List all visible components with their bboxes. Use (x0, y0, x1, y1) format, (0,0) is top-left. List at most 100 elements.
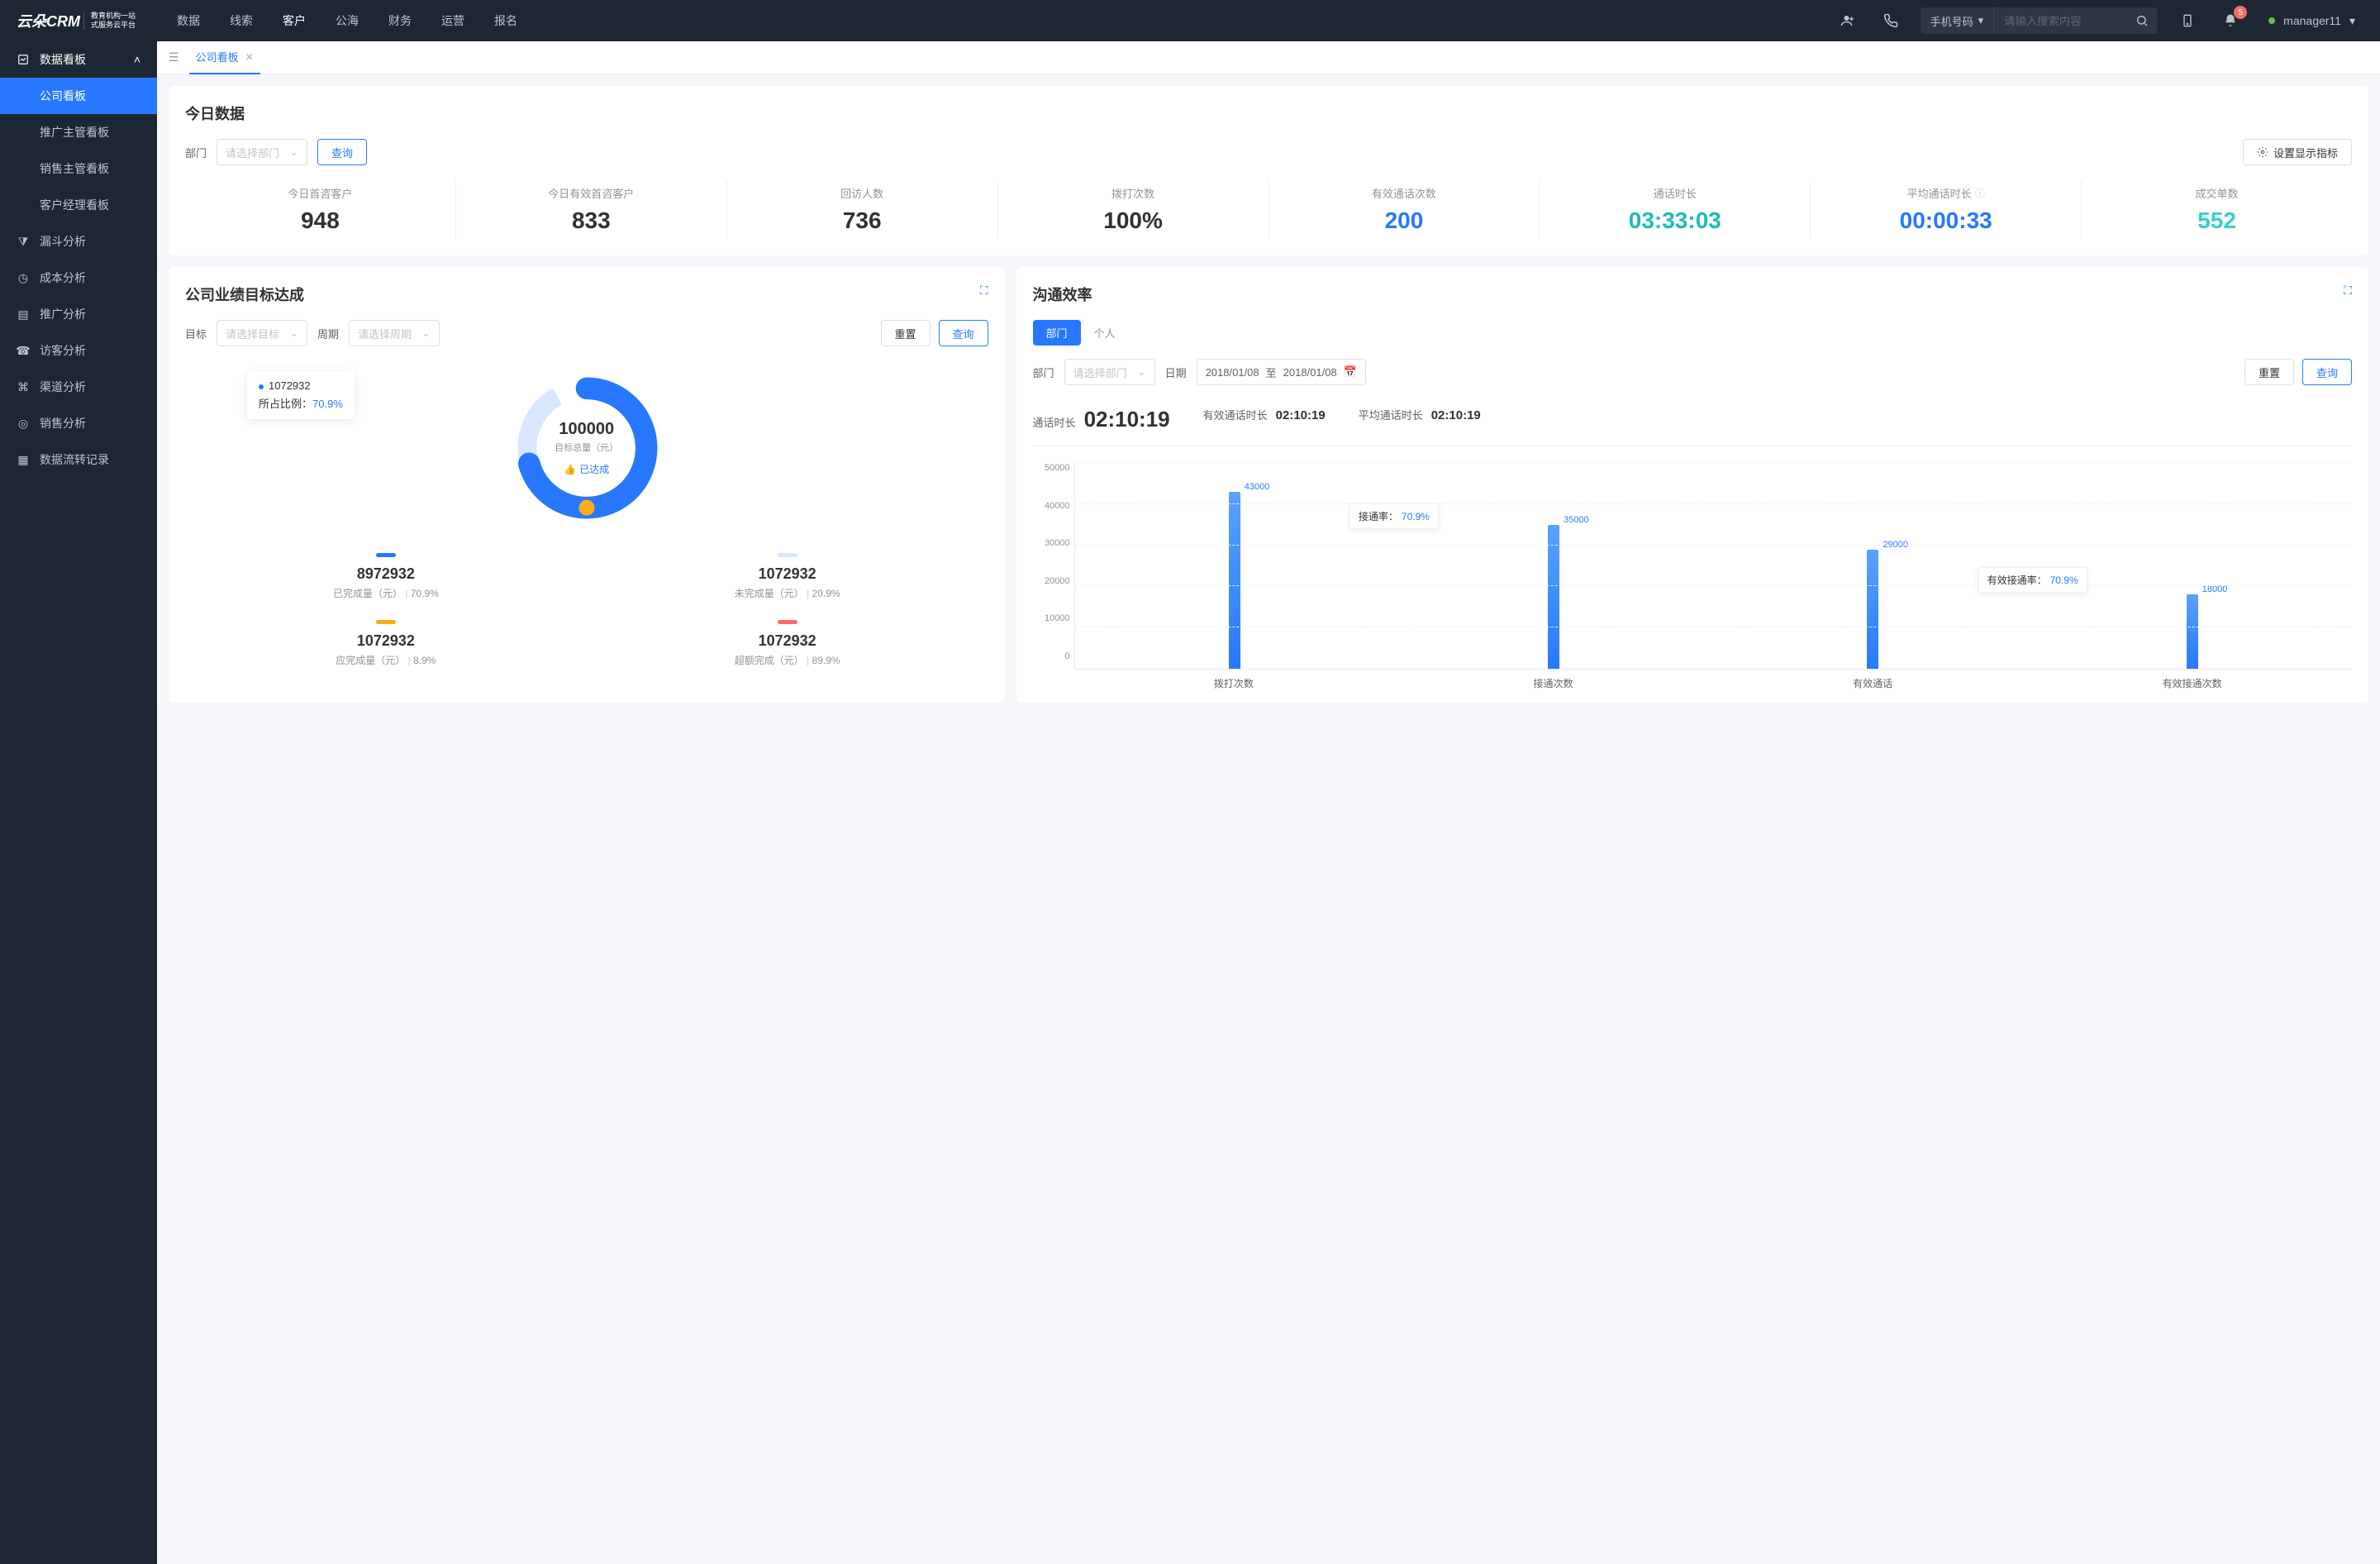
query-button[interactable]: 查询 (2302, 359, 2352, 385)
topbar: 云朵CRM 教育机构一站 式服务云平台 数据线索客户公海财务运营报名 手机号码▾… (0, 0, 2380, 41)
target-select[interactable]: 请选择目标⌄ (217, 320, 307, 346)
chevron-down-icon: ▾ (1978, 14, 1984, 27)
search-button[interactable] (2126, 7, 2158, 34)
topnav-item[interactable]: 运营 (426, 0, 479, 41)
user-name: manager11 (2283, 14, 2341, 27)
calendar-icon: 📅 (1344, 365, 1357, 379)
chevron-down-icon: ⌄ (421, 327, 431, 340)
logo-text: 云朵CRM (17, 10, 80, 31)
sidebar-sub-item[interactable]: 客户经理看板 (0, 187, 157, 223)
stat-item: 有效通话次数200 (1269, 180, 1540, 239)
donut-center: 100000 目标总量（元） 👍已达成 (555, 420, 618, 476)
menu-icon: ◷ (17, 271, 30, 284)
sidebar-sub-item[interactable]: 推广主管看板 (0, 114, 157, 150)
stat-item: 今日首咨客户948 (185, 180, 456, 239)
comm-efficiency-card: ⛶ 沟通效率 部门个人 部门 请选择部门⌄ 日期 2018/01/08 至 20… (1016, 267, 2368, 703)
add-user-icon[interactable] (1835, 7, 1861, 34)
stat-item: 回访人数736 (727, 180, 998, 239)
sidebar-item[interactable]: ⧩漏斗分析 (0, 223, 157, 260)
settings-metrics-button[interactable]: 设置显示指标 (2243, 139, 2352, 165)
mobile-icon[interactable] (2174, 7, 2201, 34)
period-select[interactable]: 请选择周期⌄ (349, 320, 440, 346)
sidebar-item[interactable]: ☎访客分析 (0, 332, 157, 369)
tab-company-dashboard[interactable]: 公司看板 ✕ (189, 41, 260, 74)
logo: 云朵CRM 教育机构一站 式服务云平台 (17, 10, 136, 31)
chart-annotation: 有效接通率：70.9% (1978, 567, 2087, 593)
segment-tab[interactable]: 部门 (1033, 320, 1081, 346)
dept-select[interactable]: 请选择部门⌄ (217, 139, 307, 165)
sidebar-sub-item[interactable]: 销售主管看板 (0, 150, 157, 187)
bell-icon[interactable]: 5 (2217, 7, 2244, 34)
tabs-bar: ☰ 公司看板 ✕ (157, 41, 2380, 74)
card-title: 公司业绩目标达成 (185, 284, 988, 305)
legend-item: 1072932应完成量（元） | 8.9% (185, 610, 587, 677)
query-button[interactable]: 查询 (317, 139, 367, 165)
dept-label: 部门 (185, 145, 207, 160)
logo-tagline: 教育机构一站 式服务云平台 (83, 12, 136, 30)
bar-chart: 50000400003000020000100000 4300035000290… (1033, 455, 2352, 686)
sidebar-item[interactable]: ⌘渠道分析 (0, 369, 157, 405)
reset-button[interactable]: 重置 (881, 320, 931, 346)
bar-column: 18000 (2033, 463, 2352, 669)
menu-icon: ◎ (17, 417, 30, 430)
goal-card: ⛶ 公司业绩目标达成 目标 请选择目标⌄ 周期 请选择周期⌄ 重置 查询 (169, 267, 1005, 703)
chevron-down-icon: ⌄ (1137, 365, 1146, 379)
legend-item: 1072932未完成量（元） | 20.9% (587, 543, 988, 610)
expand-icon[interactable]: ⛶ (980, 284, 988, 298)
gear-icon (2257, 146, 2268, 158)
topnav-item[interactable]: 客户 (268, 0, 321, 41)
sidebar-group-dashboard[interactable]: 数据看板 ˄ (0, 41, 157, 78)
segment-tab[interactable]: 个人 (1081, 320, 1129, 346)
menu-icon: ⌘ (17, 380, 30, 393)
thumbs-up-icon: 👍 (564, 464, 576, 475)
stat-item: 通话时长03:33:03 (1540, 180, 1811, 239)
stat-item: 拨打次数100% (998, 180, 1269, 239)
topnav-item[interactable]: 公海 (321, 0, 374, 41)
dashboard-icon (17, 53, 30, 66)
sidebar: 数据看板 ˄ 公司看板推广主管看板销售主管看板客户经理看板 ⧩漏斗分析◷成本分析… (0, 41, 157, 1564)
sidebar-item[interactable]: ◷成本分析 (0, 260, 157, 296)
card-title: 沟通效率 (1033, 284, 2352, 305)
menu-toggle-icon[interactable]: ☰ (169, 50, 179, 64)
expand-icon[interactable]: ⛶ (2344, 284, 2352, 298)
user-menu[interactable]: manager11 ▾ (2260, 14, 2363, 28)
sidebar-item[interactable]: ▦数据流转记录 (0, 441, 157, 478)
search-type-select[interactable]: 手机号码▾ (1921, 7, 1995, 34)
status-dot (2268, 17, 2275, 24)
topnav-item[interactable]: 财务 (374, 0, 426, 41)
legend-item: 8972932已完成量（元） | 70.9% (185, 543, 587, 610)
menu-icon: ⧩ (17, 235, 30, 248)
query-button[interactable]: 查询 (939, 320, 988, 346)
stats-row: 今日首咨客户948今日有效首咨客户833回访人数736拨打次数100%有效通话次… (185, 180, 2352, 239)
reset-button[interactable]: 重置 (2244, 359, 2294, 385)
menu-icon: ▦ (17, 453, 30, 466)
stat-item: 平均通话时长 ⓘ00:00:33 (1811, 180, 2082, 239)
segment-tabs: 部门个人 (1033, 320, 2352, 346)
chevron-down-icon: ⌄ (289, 145, 298, 159)
dept-select[interactable]: 请选择部门⌄ (1064, 359, 1155, 385)
chart-annotation: 接通率：70.9% (1349, 503, 1439, 529)
today-data-card: 今日数据 部门 请选择部门⌄ 查询 设置显示指标 今日首咨客户948今日有效首咨… (169, 86, 2368, 255)
topnav-item[interactable]: 数据 (162, 0, 215, 41)
stat-item: 今日有效首咨客户833 (456, 180, 727, 239)
metric-item: 平均通话时长02:10:19 (1359, 407, 1481, 432)
phone-icon[interactable] (1878, 7, 1904, 34)
search-input[interactable] (1994, 7, 2126, 34)
sidebar-sub-item[interactable]: 公司看板 (0, 78, 157, 114)
date-range-picker[interactable]: 2018/01/08 至 2018/01/08 📅 (1197, 359, 1366, 385)
notification-badge: 5 (2234, 6, 2247, 19)
metric-item: 有效通话时长02:10:19 (1203, 407, 1326, 432)
legend-item: 1072932超额完成（元） | 89.9% (587, 610, 988, 677)
bar-column: 43000 (1075, 463, 1394, 669)
sidebar-item[interactable]: ▤推广分析 (0, 296, 157, 332)
top-nav: 数据线索客户公海财务运营报名 (162, 0, 532, 41)
topnav-item[interactable]: 线索 (215, 0, 268, 41)
chevron-down-icon: ⌄ (289, 327, 298, 340)
search-box: 手机号码▾ (1921, 7, 2159, 34)
donut-tooltip: 1072932 所占比例：70.9% (247, 371, 355, 419)
topnav-item[interactable]: 报名 (479, 0, 532, 41)
close-icon[interactable]: ✕ (245, 51, 254, 63)
card-title: 今日数据 (185, 103, 2352, 124)
sidebar-item[interactable]: ◎销售分析 (0, 405, 157, 441)
info-icon: ⓘ (1975, 186, 1985, 200)
